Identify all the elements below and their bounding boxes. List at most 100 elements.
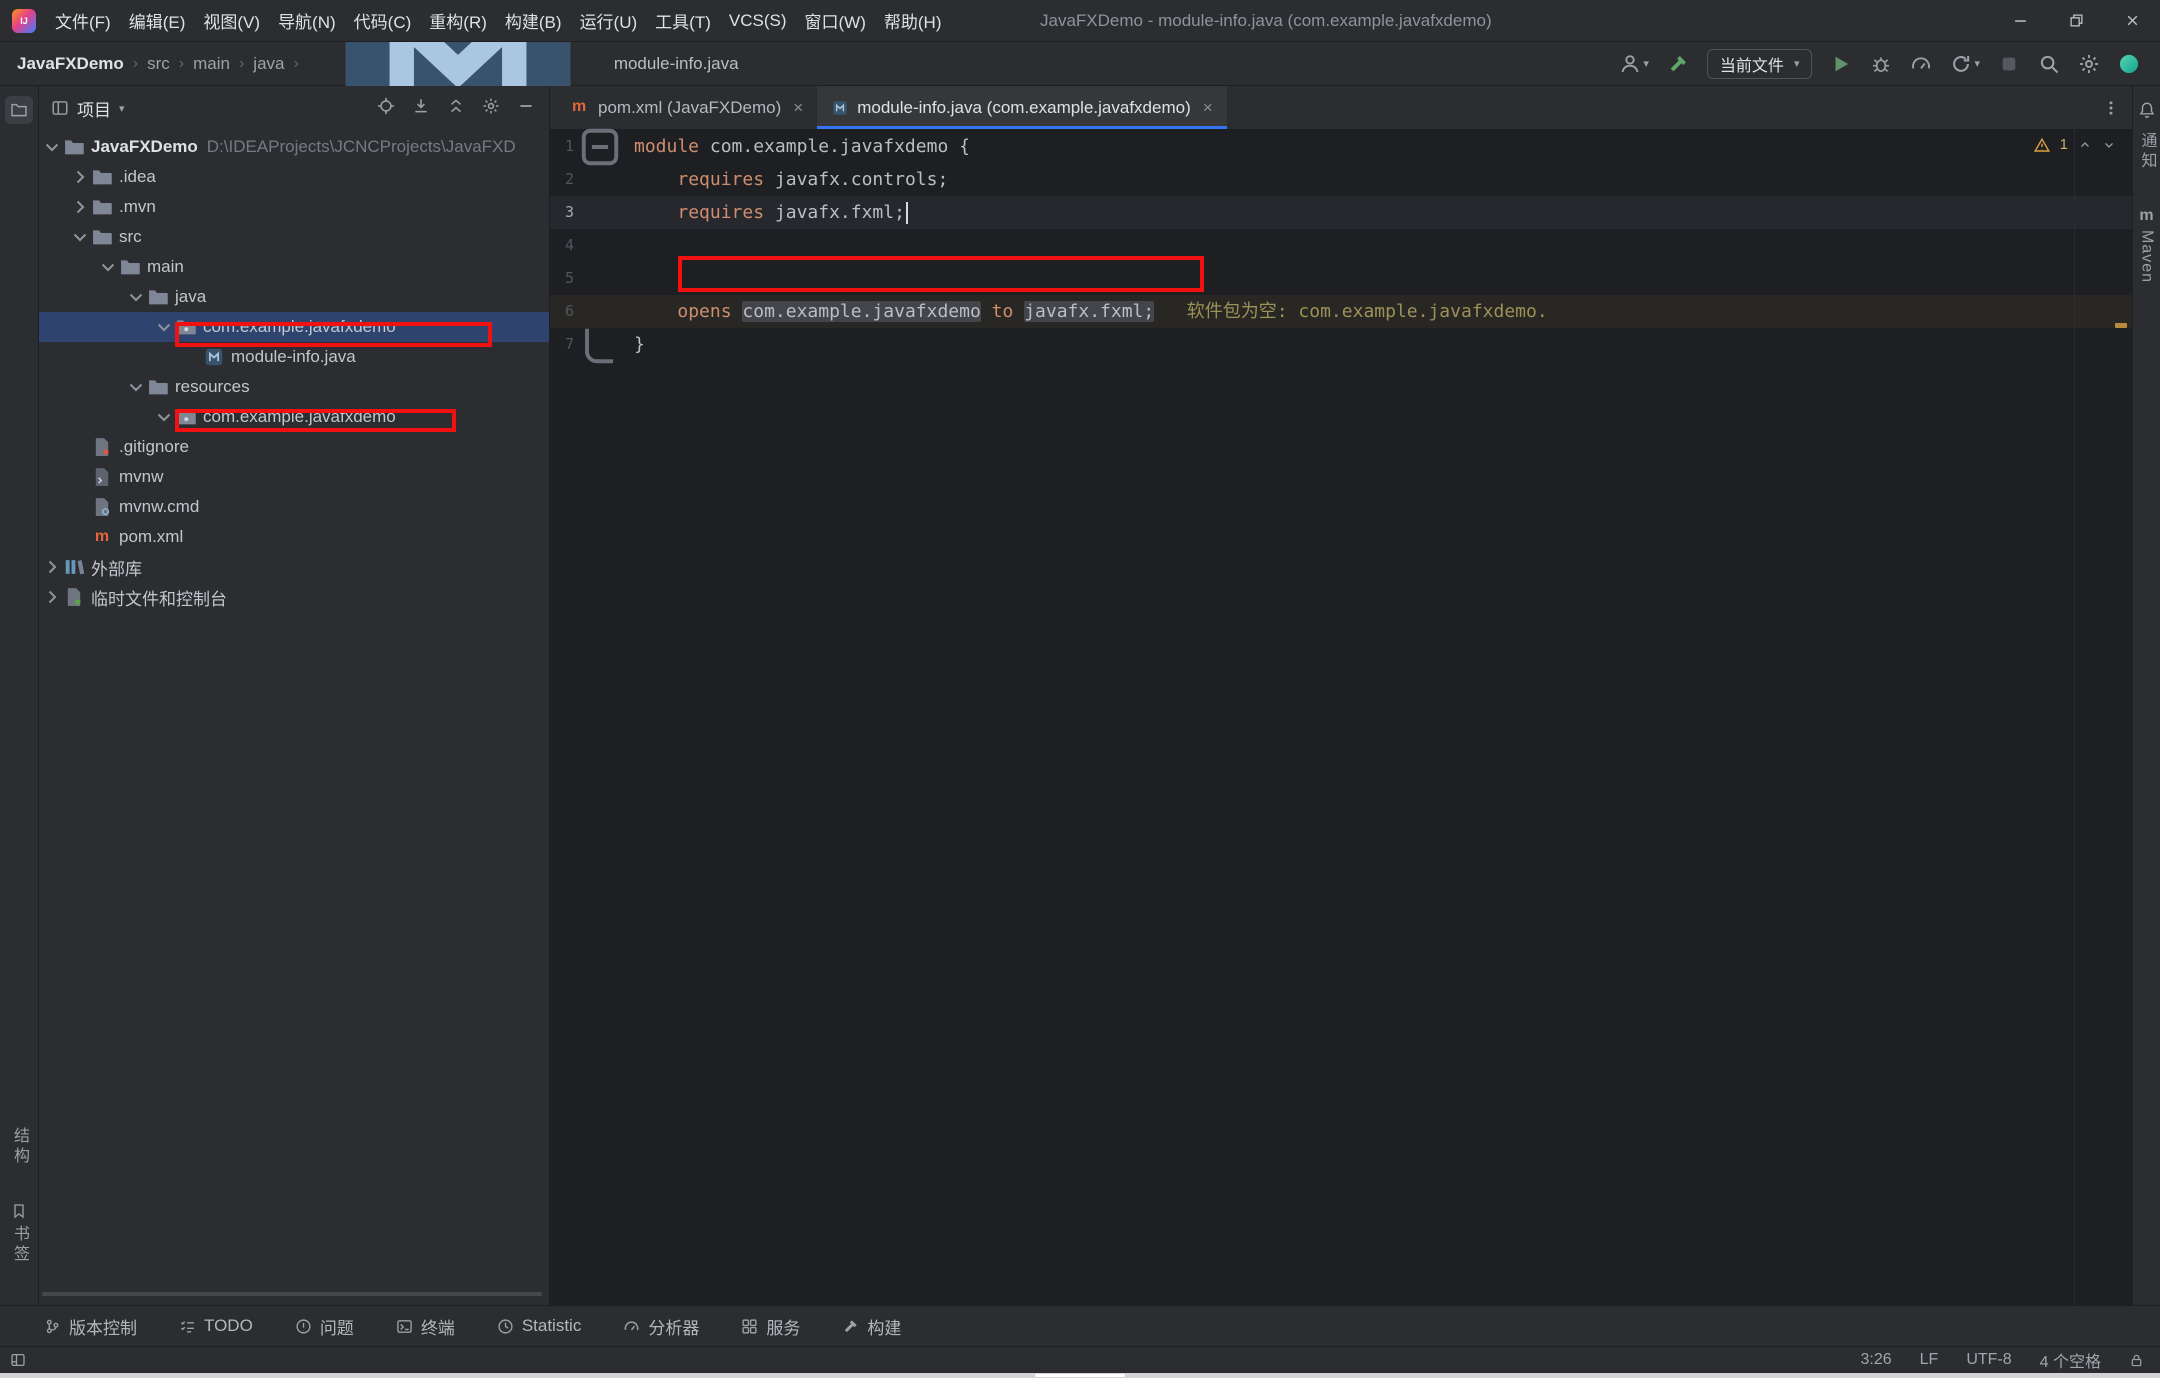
- menu-refactor[interactable]: 重构(R): [420, 0, 496, 41]
- project-collapse-all-button[interactable]: [447, 97, 465, 120]
- prev-problem-chevron-up-icon[interactable]: [2078, 138, 2092, 152]
- restore-button[interactable]: [2048, 0, 2104, 41]
- fold-end-icon[interactable]: [574, 328, 634, 361]
- editor-line-1: 1module com.example.javafxdemo {: [550, 130, 2132, 163]
- status-line-separator[interactable]: LF: [1920, 1351, 1939, 1369]
- tree-item-idea[interactable]: .idea: [39, 162, 549, 192]
- settings-button[interactable]: [2078, 53, 2100, 75]
- toolwindow-problems-button[interactable]: 问题: [295, 1314, 354, 1339]
- chevron-down-icon[interactable]: [69, 226, 91, 248]
- rerun-button[interactable]: ▾: [1950, 53, 1980, 75]
- chevron-right-icon[interactable]: [69, 196, 91, 218]
- ai-assistant-button[interactable]: [2118, 53, 2140, 75]
- menu-vcs[interactable]: VCS(S): [720, 0, 796, 41]
- next-problem-chevron-down-icon[interactable]: [2102, 138, 2116, 152]
- stop-button[interactable]: [1998, 53, 2020, 75]
- structure-tool-button[interactable]: 结构: [7, 1127, 31, 1167]
- editor[interactable]: 1module com.example.javafxdemo {2 requir…: [550, 130, 2132, 1305]
- play-icon: [1830, 53, 1852, 75]
- tree-item-mvnw[interactable]: mvnw: [39, 462, 549, 492]
- todo-icon: [179, 1318, 196, 1335]
- project-locate-file-button[interactable]: [377, 97, 395, 120]
- debug-button[interactable]: [1870, 53, 1892, 75]
- minimize-button[interactable]: [1992, 0, 2048, 41]
- bookmarks-tool-button[interactable]: 书签: [7, 1203, 31, 1265]
- menu-edit[interactable]: 编辑(E): [120, 0, 195, 41]
- toolwindow-services-button[interactable]: 服务: [741, 1314, 800, 1339]
- chevron-right-icon[interactable]: [41, 586, 63, 608]
- project-hide-button[interactable]: [517, 97, 535, 120]
- tree-item-package-java[interactable]: com.example.javafxdemo: [39, 312, 549, 342]
- run-config-select[interactable]: 当前文件▾: [1707, 49, 1813, 79]
- toolwindow-build-button[interactable]: 构建: [842, 1314, 901, 1339]
- project-options-button[interactable]: [482, 97, 500, 120]
- chevron-down-icon[interactable]: [125, 286, 147, 308]
- breadcrumb-java[interactable]: java: [253, 54, 284, 74]
- chevron-down-icon[interactable]: [153, 406, 175, 428]
- menu-code[interactable]: 代码(C): [345, 0, 421, 41]
- menu-build[interactable]: 构建(B): [496, 0, 571, 41]
- menu-help[interactable]: 帮助(H): [875, 0, 951, 41]
- breadcrumb-main[interactable]: main: [193, 54, 230, 74]
- toolwindow-statistic-button[interactable]: Statistic: [497, 1316, 582, 1336]
- chevron-right-icon[interactable]: [41, 556, 63, 578]
- close-button[interactable]: [2104, 0, 2160, 41]
- tree-item-gitignore[interactable]: .gitignore: [39, 432, 549, 462]
- breadcrumb-label: JavaFXDemo: [17, 54, 124, 74]
- layout-icon[interactable]: [10, 1352, 26, 1368]
- tree-item-package-resources[interactable]: com.example.javafxdemo: [39, 402, 549, 432]
- user-button[interactable]: ▾: [1619, 53, 1649, 75]
- tree-item-module-info[interactable]: module-info.java: [39, 342, 549, 372]
- chevron-down-icon[interactable]: [97, 256, 119, 278]
- fold-start-icon[interactable]: [574, 130, 634, 163]
- menu-window[interactable]: 窗口(W): [796, 0, 875, 41]
- tree-item-src[interactable]: src: [39, 222, 549, 252]
- notifications-tool-button[interactable]: [2135, 98, 2159, 122]
- chevron-down-icon[interactable]: [41, 136, 63, 158]
- close-icon[interactable]: ×: [1203, 98, 1213, 118]
- chevron-right-icon[interactable]: [69, 166, 91, 188]
- token: [981, 301, 992, 322]
- status-encoding[interactable]: UTF-8: [1966, 1351, 2011, 1369]
- tree-item-pom[interactable]: mpom.xml: [39, 522, 549, 552]
- menu-file[interactable]: 文件(F): [46, 0, 120, 41]
- toolwindow-profiler-button[interactable]: 分析器: [623, 1314, 699, 1339]
- notifications-label[interactable]: 通知: [2135, 132, 2159, 172]
- project-panel-title[interactable]: 项目: [77, 96, 111, 121]
- toolwindow-terminal-button[interactable]: 终端: [396, 1314, 455, 1339]
- menu-tools[interactable]: 工具(T): [646, 0, 720, 41]
- search-everywhere-button[interactable]: [2038, 53, 2060, 75]
- tree-item-resources[interactable]: resources: [39, 372, 549, 402]
- tree-item-root[interactable]: JavaFXDemoD:\IDEAProjects\JCNCProjects\J…: [39, 132, 549, 162]
- line-number: 5: [550, 262, 574, 295]
- menu-run[interactable]: 运行(U): [571, 0, 647, 41]
- tree-item-scratches[interactable]: 临时文件和控制台: [39, 582, 549, 612]
- status-caret-position[interactable]: 3:26: [1861, 1351, 1892, 1369]
- tab-options-kebab-icon[interactable]: [2102, 99, 2120, 117]
- build-project-button[interactable]: [1667, 53, 1689, 75]
- tree-item-main[interactable]: main: [39, 252, 549, 282]
- maven-tool-button[interactable]: m Maven: [2138, 208, 2156, 283]
- tree-item-java[interactable]: java: [39, 282, 549, 312]
- toolwindow-todo-button[interactable]: TODO: [179, 1316, 253, 1336]
- tree-item-mvnw-cmd[interactable]: mvnw.cmd: [39, 492, 549, 522]
- breadcrumb-project[interactable]: JavaFXDemo: [17, 54, 124, 74]
- menu-view[interactable]: 视图(V): [194, 0, 269, 41]
- warning-stripe-mark[interactable]: [2115, 323, 2127, 328]
- close-icon[interactable]: ×: [793, 98, 803, 118]
- project-select-opened-file-button[interactable]: [412, 97, 430, 120]
- project-tool-button[interactable]: [5, 96, 33, 124]
- inspections-widget[interactable]: 1: [2034, 136, 2116, 153]
- run-button[interactable]: [1830, 53, 1852, 75]
- chevron-down-icon[interactable]: [153, 316, 175, 338]
- tab-module-info[interactable]: module-info.java (com.example.javafxdemo…: [817, 86, 1226, 129]
- menu-navigate[interactable]: 导航(N): [269, 0, 345, 41]
- chevron-down-icon[interactable]: [125, 376, 147, 398]
- status-indent[interactable]: 4 个空格: [2040, 1348, 2101, 1372]
- breadcrumb-src[interactable]: src: [147, 54, 170, 74]
- tree-item-mvn[interactable]: .mvn: [39, 192, 549, 222]
- tree-item-external-libraries[interactable]: 外部库: [39, 552, 549, 582]
- toolwindow-version-control-button[interactable]: 版本控制: [44, 1314, 137, 1339]
- coverage-button[interactable]: [1910, 53, 1932, 75]
- horizontal-scrollbar[interactable]: [42, 1292, 542, 1296]
